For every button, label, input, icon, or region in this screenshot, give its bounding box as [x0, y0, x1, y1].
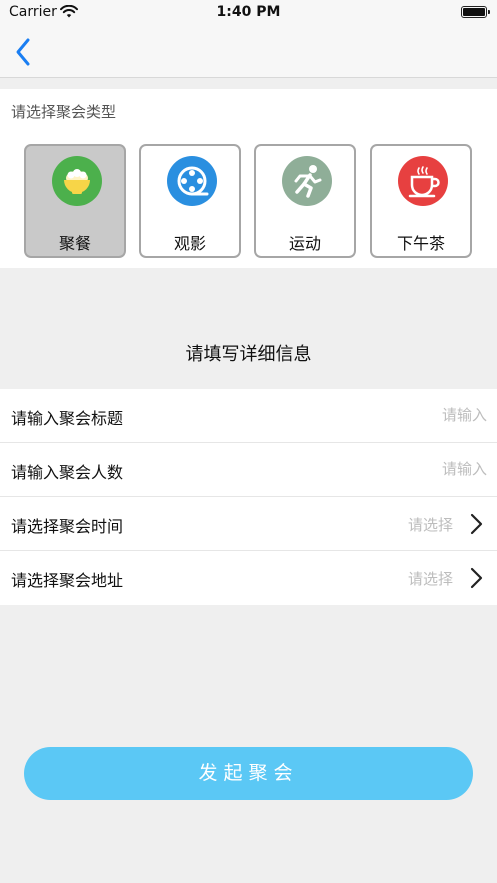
- address-row[interactable]: 请选择聚会地址 请选择: [0, 551, 497, 605]
- title-input[interactable]: [347, 402, 487, 428]
- battery-icon: [461, 6, 490, 18]
- chevron-left-icon: [16, 38, 30, 66]
- runner-icon: [282, 156, 332, 206]
- type-label-tea: 下午茶: [396, 234, 445, 253]
- time-select-value[interactable]: 请选择: [408, 514, 453, 535]
- rice-bowl-icon: [52, 156, 102, 206]
- details-heading: 请填写详细信息: [185, 344, 312, 365]
- type-label-movie: 观影: [173, 234, 206, 253]
- tea-cup-icon: [398, 156, 448, 206]
- chevron-right-icon: [469, 513, 483, 539]
- create-party-button[interactable]: 发起聚会: [24, 747, 473, 800]
- type-card-dinner[interactable]: 聚餐: [24, 144, 126, 258]
- title-row[interactable]: 请输入聚会标题: [0, 389, 497, 443]
- type-card-sports[interactable]: 运动: [254, 144, 356, 258]
- time-label: 请选择聚会时间: [11, 517, 124, 536]
- party-type-section: 请选择聚会类型 聚餐 观影 运动 下午茶: [0, 89, 497, 268]
- headcount-label: 请输入聚会人数: [11, 463, 124, 482]
- address-select-value[interactable]: 请选择: [408, 568, 453, 589]
- clock: 1:40 PM: [216, 4, 281, 20]
- type-card-movie[interactable]: 观影: [139, 144, 241, 258]
- type-label-sports: 运动: [288, 234, 321, 253]
- time-row[interactable]: 请选择聚会时间 请选择: [0, 497, 497, 551]
- headcount-row[interactable]: 请输入聚会人数: [0, 443, 497, 497]
- title-label: 请输入聚会标题: [11, 409, 124, 428]
- film-reel-icon: [167, 156, 217, 206]
- address-label: 请选择聚会地址: [11, 571, 124, 590]
- chevron-right-icon: [469, 567, 483, 593]
- status-bar: Carrier 1:40 PM: [0, 0, 497, 26]
- party-type-heading: 请选择聚会类型: [11, 103, 117, 121]
- back-button[interactable]: [10, 36, 38, 68]
- type-card-tea[interactable]: 下午茶: [370, 144, 472, 258]
- details-form: 请输入聚会标题 请输入聚会人数 请选择聚会时间 请选择 请选择聚会地址 请选择: [0, 389, 497, 605]
- type-label-dinner: 聚餐: [58, 234, 91, 253]
- navigation-bar: [0, 26, 497, 78]
- headcount-input[interactable]: [347, 456, 487, 482]
